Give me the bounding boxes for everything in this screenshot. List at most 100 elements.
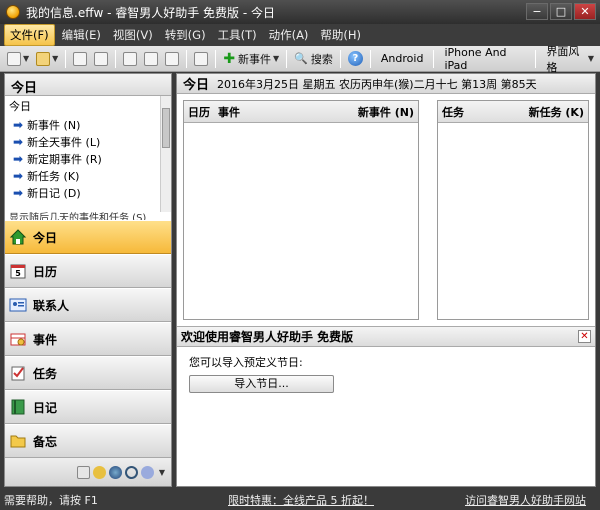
nav-shortcut-bar: ▼	[5, 458, 171, 486]
left-pane-header: 今日	[5, 74, 171, 96]
action-label: 新日记 (D)	[27, 186, 81, 200]
nav-label: 日历	[33, 264, 58, 279]
chevron-down-icon[interactable]: ▼	[159, 468, 165, 477]
action-new-allday-event[interactable]: ➡ 新全天事件 (L)	[5, 133, 171, 150]
list-scrollbar[interactable]	[160, 96, 171, 212]
nav-contacts[interactable]: 联系人	[5, 288, 171, 322]
title-bar: 我的信息.effw - 睿智男人好助手 免费版 - 今日 − □ ✕	[0, 0, 600, 24]
new-event-button[interactable]: ✚ 新事件 ▼	[220, 49, 282, 69]
search-button[interactable]: 🔍 搜索	[291, 49, 336, 69]
close-button[interactable]: ✕	[574, 3, 596, 20]
search-label: 搜索	[310, 52, 333, 66]
nav-tasks[interactable]: 任务	[5, 356, 171, 390]
nav-label: 今日	[33, 230, 58, 245]
attachment-icon[interactable]	[76, 465, 90, 479]
toolbar-separator	[339, 49, 341, 68]
toolbar-separator	[186, 49, 188, 68]
action-label: 新定期事件 (R)	[27, 152, 102, 166]
cut-icon	[123, 51, 138, 66]
menu-tools[interactable]: 工具(T)	[213, 25, 262, 45]
action-label: 新事件 (N)	[27, 118, 81, 132]
menu-bar: 文件(F) 编辑(E) 视图(V) 转到(G) 工具(T) 动作(A) 帮助(H…	[0, 24, 600, 46]
delete-button[interactable]	[191, 49, 211, 69]
import-holidays-button[interactable]: 导入节日...	[189, 375, 334, 393]
promo-link[interactable]: 限时特惠：全线产品 5 折起！	[228, 492, 440, 508]
new-task-link[interactable]: 新任务 (K)	[529, 104, 584, 120]
arrow-right-icon: ➡	[13, 168, 24, 183]
nav-label: 任务	[33, 366, 58, 381]
toolbar-separator	[215, 49, 217, 68]
action-new-recurring-event[interactable]: ➡ 新定期事件 (R)	[5, 150, 171, 167]
home-icon	[9, 229, 27, 245]
menu-file[interactable]: 文件(F)	[4, 24, 55, 46]
toolbar: ▼ ▼ ✚ 新事件 ▼ 🔍 搜索 ? Android iPhone And iP…	[0, 45, 600, 74]
minimize-button[interactable]: −	[526, 3, 548, 20]
copy-icon	[144, 51, 159, 66]
copy-button[interactable]	[141, 49, 161, 69]
column-event: 事件	[218, 105, 240, 119]
today-action-list: 今日 ➡ 新事件 (N) ➡ 新全天事件 (L) ➡ 新定期事件 (R) ➡ 新任务 (…	[5, 96, 171, 212]
iphone-ipad-button[interactable]: iPhone And iPad	[438, 46, 531, 72]
date-text: 2016年3月25日 星期五 农历丙申年(猴)二月十七 第13周 第85天	[217, 77, 537, 91]
cut-off-option: 显示随后几天的事件和任务 (S)	[9, 213, 147, 220]
menu-actions[interactable]: 动作(A)	[264, 25, 314, 45]
key-icon[interactable]	[92, 465, 106, 479]
action-new-task[interactable]: ➡ 新任务 (K)	[5, 167, 171, 184]
new-event-label: 新事件	[238, 52, 272, 66]
nav-calendar[interactable]: 5 日历	[5, 254, 171, 288]
date-header: 今日 2016年3月25日 星期五 农历丙申年(猴)二月十七 第13周 第85天	[177, 74, 595, 94]
plus-icon: ✚	[223, 50, 236, 67]
help-icon: ?	[347, 51, 363, 66]
window-title: 我的信息.effw - 睿智男人好助手 免费版 - 今日	[26, 6, 276, 20]
nav-label: 事件	[33, 332, 58, 347]
maximize-button[interactable]: □	[550, 3, 572, 20]
list-caption: 今日	[9, 100, 31, 113]
help-button[interactable]: ?	[345, 49, 366, 69]
new-document-icon	[7, 51, 21, 66]
paste-icon	[165, 51, 180, 66]
close-welcome-icon[interactable]: ✕	[578, 330, 591, 343]
sync-icon[interactable]	[140, 465, 154, 479]
delete-icon	[194, 51, 209, 66]
action-new-event[interactable]: ➡ 新事件 (N)	[5, 116, 171, 133]
open-folder-button[interactable]: ▼	[33, 49, 61, 69]
website-link[interactable]: 访问睿智男人好助手网站	[465, 492, 600, 508]
menu-goto[interactable]: 转到(G)	[160, 25, 211, 45]
print-button[interactable]	[70, 49, 90, 69]
scrollbar-thumb[interactable]	[162, 108, 170, 148]
search-icon[interactable]	[124, 465, 138, 479]
navigation-buttons: 今日 5 日历 联系人 事件 任务 日记 备忘	[5, 220, 171, 458]
menu-view[interactable]: 视图(V)	[108, 25, 158, 45]
nav-today[interactable]: 今日	[5, 220, 171, 254]
globe-icon[interactable]	[108, 465, 122, 479]
nav-events[interactable]: 事件	[5, 322, 171, 356]
android-button[interactable]: Android	[375, 49, 430, 69]
paste-button[interactable]	[162, 49, 182, 69]
new-event-link[interactable]: 新事件 (N)	[358, 104, 414, 120]
status-bar: 需要帮助，请按 F1 限时特惠：全线产品 5 折起！ 访问睿智男人好助手网站	[0, 490, 600, 510]
column-task: 任务	[442, 105, 464, 119]
tasks-panel: 任务 新任务 (K)	[437, 100, 589, 320]
diary-icon	[11, 399, 25, 415]
toolbar-separator	[115, 49, 117, 68]
toolbar-separator	[433, 49, 435, 68]
column-calendar: 日历	[188, 105, 210, 119]
action-label: 新全天事件 (L)	[27, 135, 101, 149]
event-icon	[10, 333, 26, 346]
toolbar-separator	[286, 49, 288, 68]
skin-dropdown[interactable]: 界面风格 ▼	[540, 45, 600, 74]
welcome-text: 您可以导入预定义节日:	[189, 356, 303, 369]
cut-button[interactable]	[120, 49, 140, 69]
arrow-right-icon: ➡	[13, 134, 24, 149]
calendar-events-panel: 日历 事件 新事件 (N)	[183, 100, 419, 320]
menu-edit[interactable]: 编辑(E)	[57, 25, 106, 45]
svg-text:5: 5	[15, 269, 21, 278]
open-folder-icon	[36, 51, 51, 66]
action-new-diary[interactable]: ➡ 新日记 (D)	[5, 184, 171, 201]
toolbar-separator	[535, 49, 537, 68]
preview-button[interactable]	[91, 49, 111, 69]
nav-memo[interactable]: 备忘	[5, 424, 171, 458]
nav-diary[interactable]: 日记	[5, 390, 171, 424]
menu-help[interactable]: 帮助(H)	[315, 25, 366, 45]
new-document-button[interactable]: ▼	[4, 49, 32, 69]
